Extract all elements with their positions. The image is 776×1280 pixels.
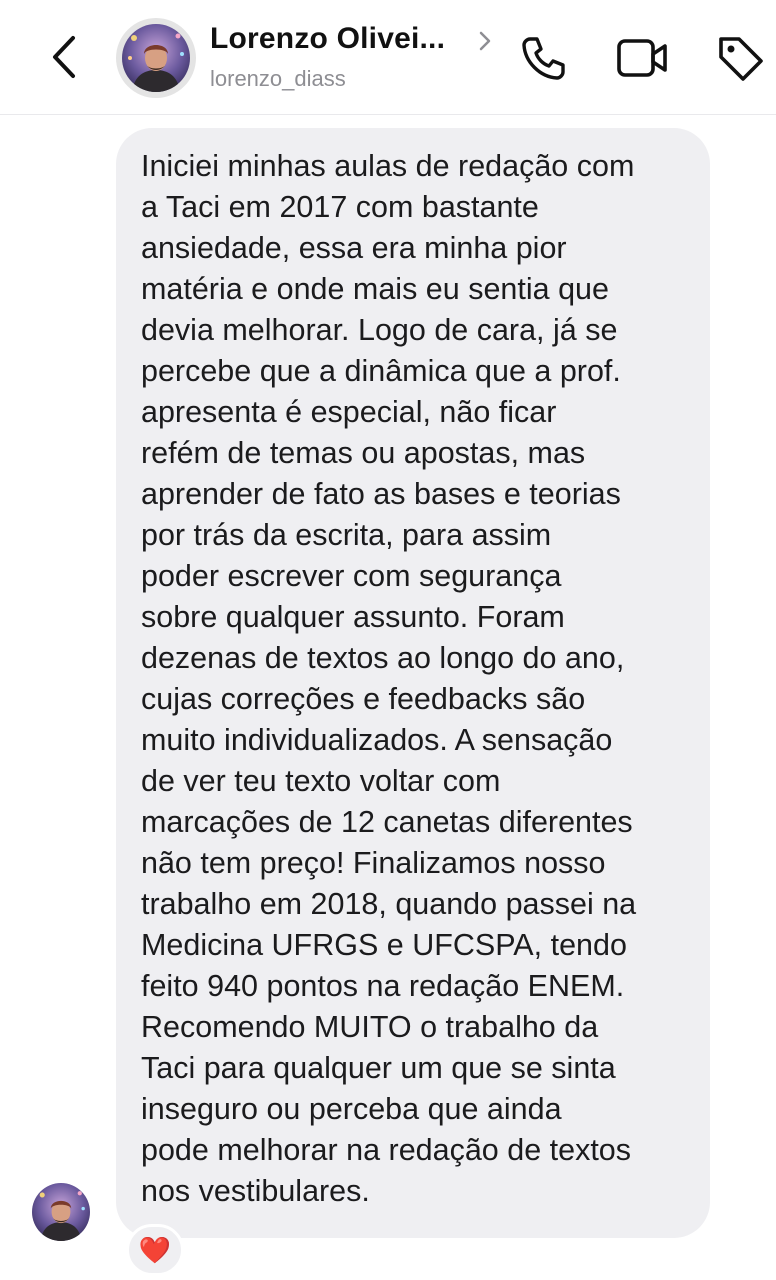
- avatar-photo: [32, 1183, 90, 1241]
- tag-icon: [719, 37, 763, 81]
- chat-header: Lorenzo Olivei... lorenzo_diass: [0, 0, 776, 115]
- heart-reaction[interactable]: ❤️: [126, 1224, 184, 1276]
- contact-info[interactable]: Lorenzo Olivei... lorenzo_diass: [210, 22, 510, 92]
- contact-username: lorenzo_diass: [210, 66, 346, 91]
- contact-name: Lorenzo Olivei...: [210, 22, 446, 55]
- sender-avatar[interactable]: [32, 1183, 90, 1241]
- phone-icon: [522, 37, 565, 80]
- chevron-right-icon: [479, 31, 491, 51]
- message-bubble[interactable]: Iniciei minhas aulas de redação com a Ta…: [116, 128, 710, 1238]
- video-camera-icon: [617, 39, 667, 77]
- heart-icon: ❤️: [138, 1234, 172, 1265]
- call-button[interactable]: [516, 30, 572, 86]
- contact-avatar[interactable]: [116, 18, 196, 98]
- avatar-photo: [122, 24, 190, 92]
- back-button[interactable]: [40, 33, 88, 81]
- tag-button[interactable]: [712, 30, 768, 86]
- chevron-left-icon: [53, 36, 75, 78]
- video-call-button[interactable]: [614, 30, 670, 86]
- message-text: Iniciei minhas aulas de redação com a Ta…: [141, 149, 637, 1208]
